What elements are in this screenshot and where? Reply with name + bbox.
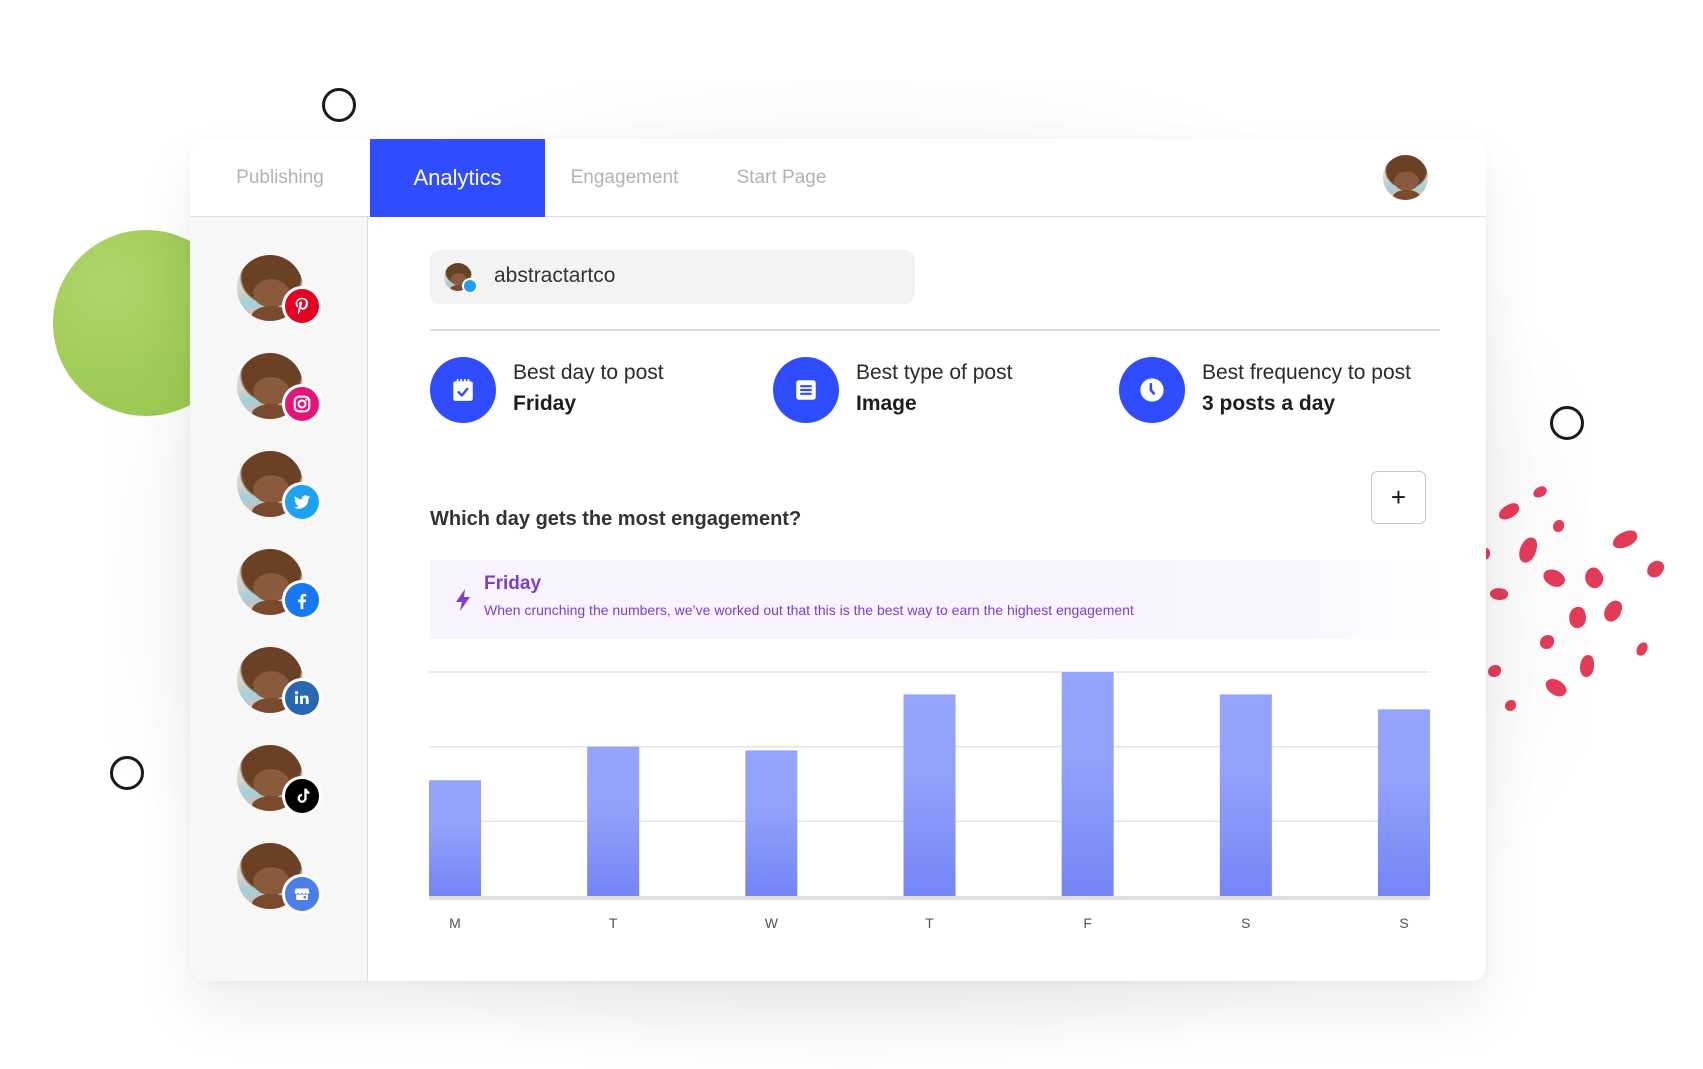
instagram-icon [282,384,322,424]
clock-icon [1119,357,1185,423]
document-icon [773,357,839,423]
sidebar-channel-tiktok[interactable] [237,745,327,819]
lightning-icon [456,589,470,611]
account-name: abstractartco [494,264,616,287]
twitter-icon [282,482,322,522]
twitter-icon [462,278,478,294]
decorative-petal [1580,655,1594,677]
linkedin-icon [282,678,322,718]
stat-value: Friday [513,392,577,415]
sidebar-channel-linkedin[interactable] [237,647,327,721]
stat-value: 3 posts a day [1202,392,1336,415]
decorative-ring [110,756,144,790]
stat-label: Best type of post [856,361,1013,384]
channel-sidebar [190,217,368,981]
decorative-ring [1550,406,1584,440]
pinterest-icon [282,286,322,326]
stat-label: Best day to post [513,361,664,384]
tab-analytics[interactable]: Analytics [370,139,545,217]
tiktok-icon [282,776,322,816]
sidebar-channel-pinterest[interactable] [237,255,327,329]
tab-engagement[interactable]: Engagement [562,139,687,217]
sidebar-channel-twitter[interactable] [237,451,327,525]
storefront-icon [282,874,322,914]
decorative-petal [1644,557,1667,581]
section-divider [430,329,1440,331]
account-selector[interactable]: abstractartco [430,250,915,304]
insight-banner: Friday When crunching the numbers, we’ve… [430,560,1440,639]
chart-title: Which day gets the most engagement? [430,508,802,530]
add-button[interactable]: + [1371,471,1426,524]
tab-publishing[interactable]: Publishing [190,139,370,217]
top-navigation: Publishing Analytics Engagement Start Pa… [190,139,1486,217]
insight-text: When crunching the numbers, we’ve worked… [484,602,1134,618]
user-avatar[interactable] [1383,155,1428,200]
sidebar-channel-facebook[interactable] [237,549,327,623]
stat-value: Image [856,392,917,415]
decorative-petal [1634,640,1650,658]
decorative-petal [1601,597,1625,625]
decorative-ring [322,88,356,122]
decorative-petal [1610,528,1640,551]
calendar-check-icon [430,357,496,423]
facebook-icon [282,580,322,620]
stat-label: Best frequency to post [1202,361,1411,384]
sidebar-channel-instagram[interactable] [237,353,327,427]
insight-title: Friday [484,573,542,594]
sidebar-channel-google-business[interactable] [237,843,327,917]
tab-start-page[interactable]: Start Page [719,139,844,217]
analytics-panel: abstractartco Best day to post Friday Be… [368,217,1486,981]
app-window: Publishing Analytics Engagement Start Pa… [190,139,1486,981]
